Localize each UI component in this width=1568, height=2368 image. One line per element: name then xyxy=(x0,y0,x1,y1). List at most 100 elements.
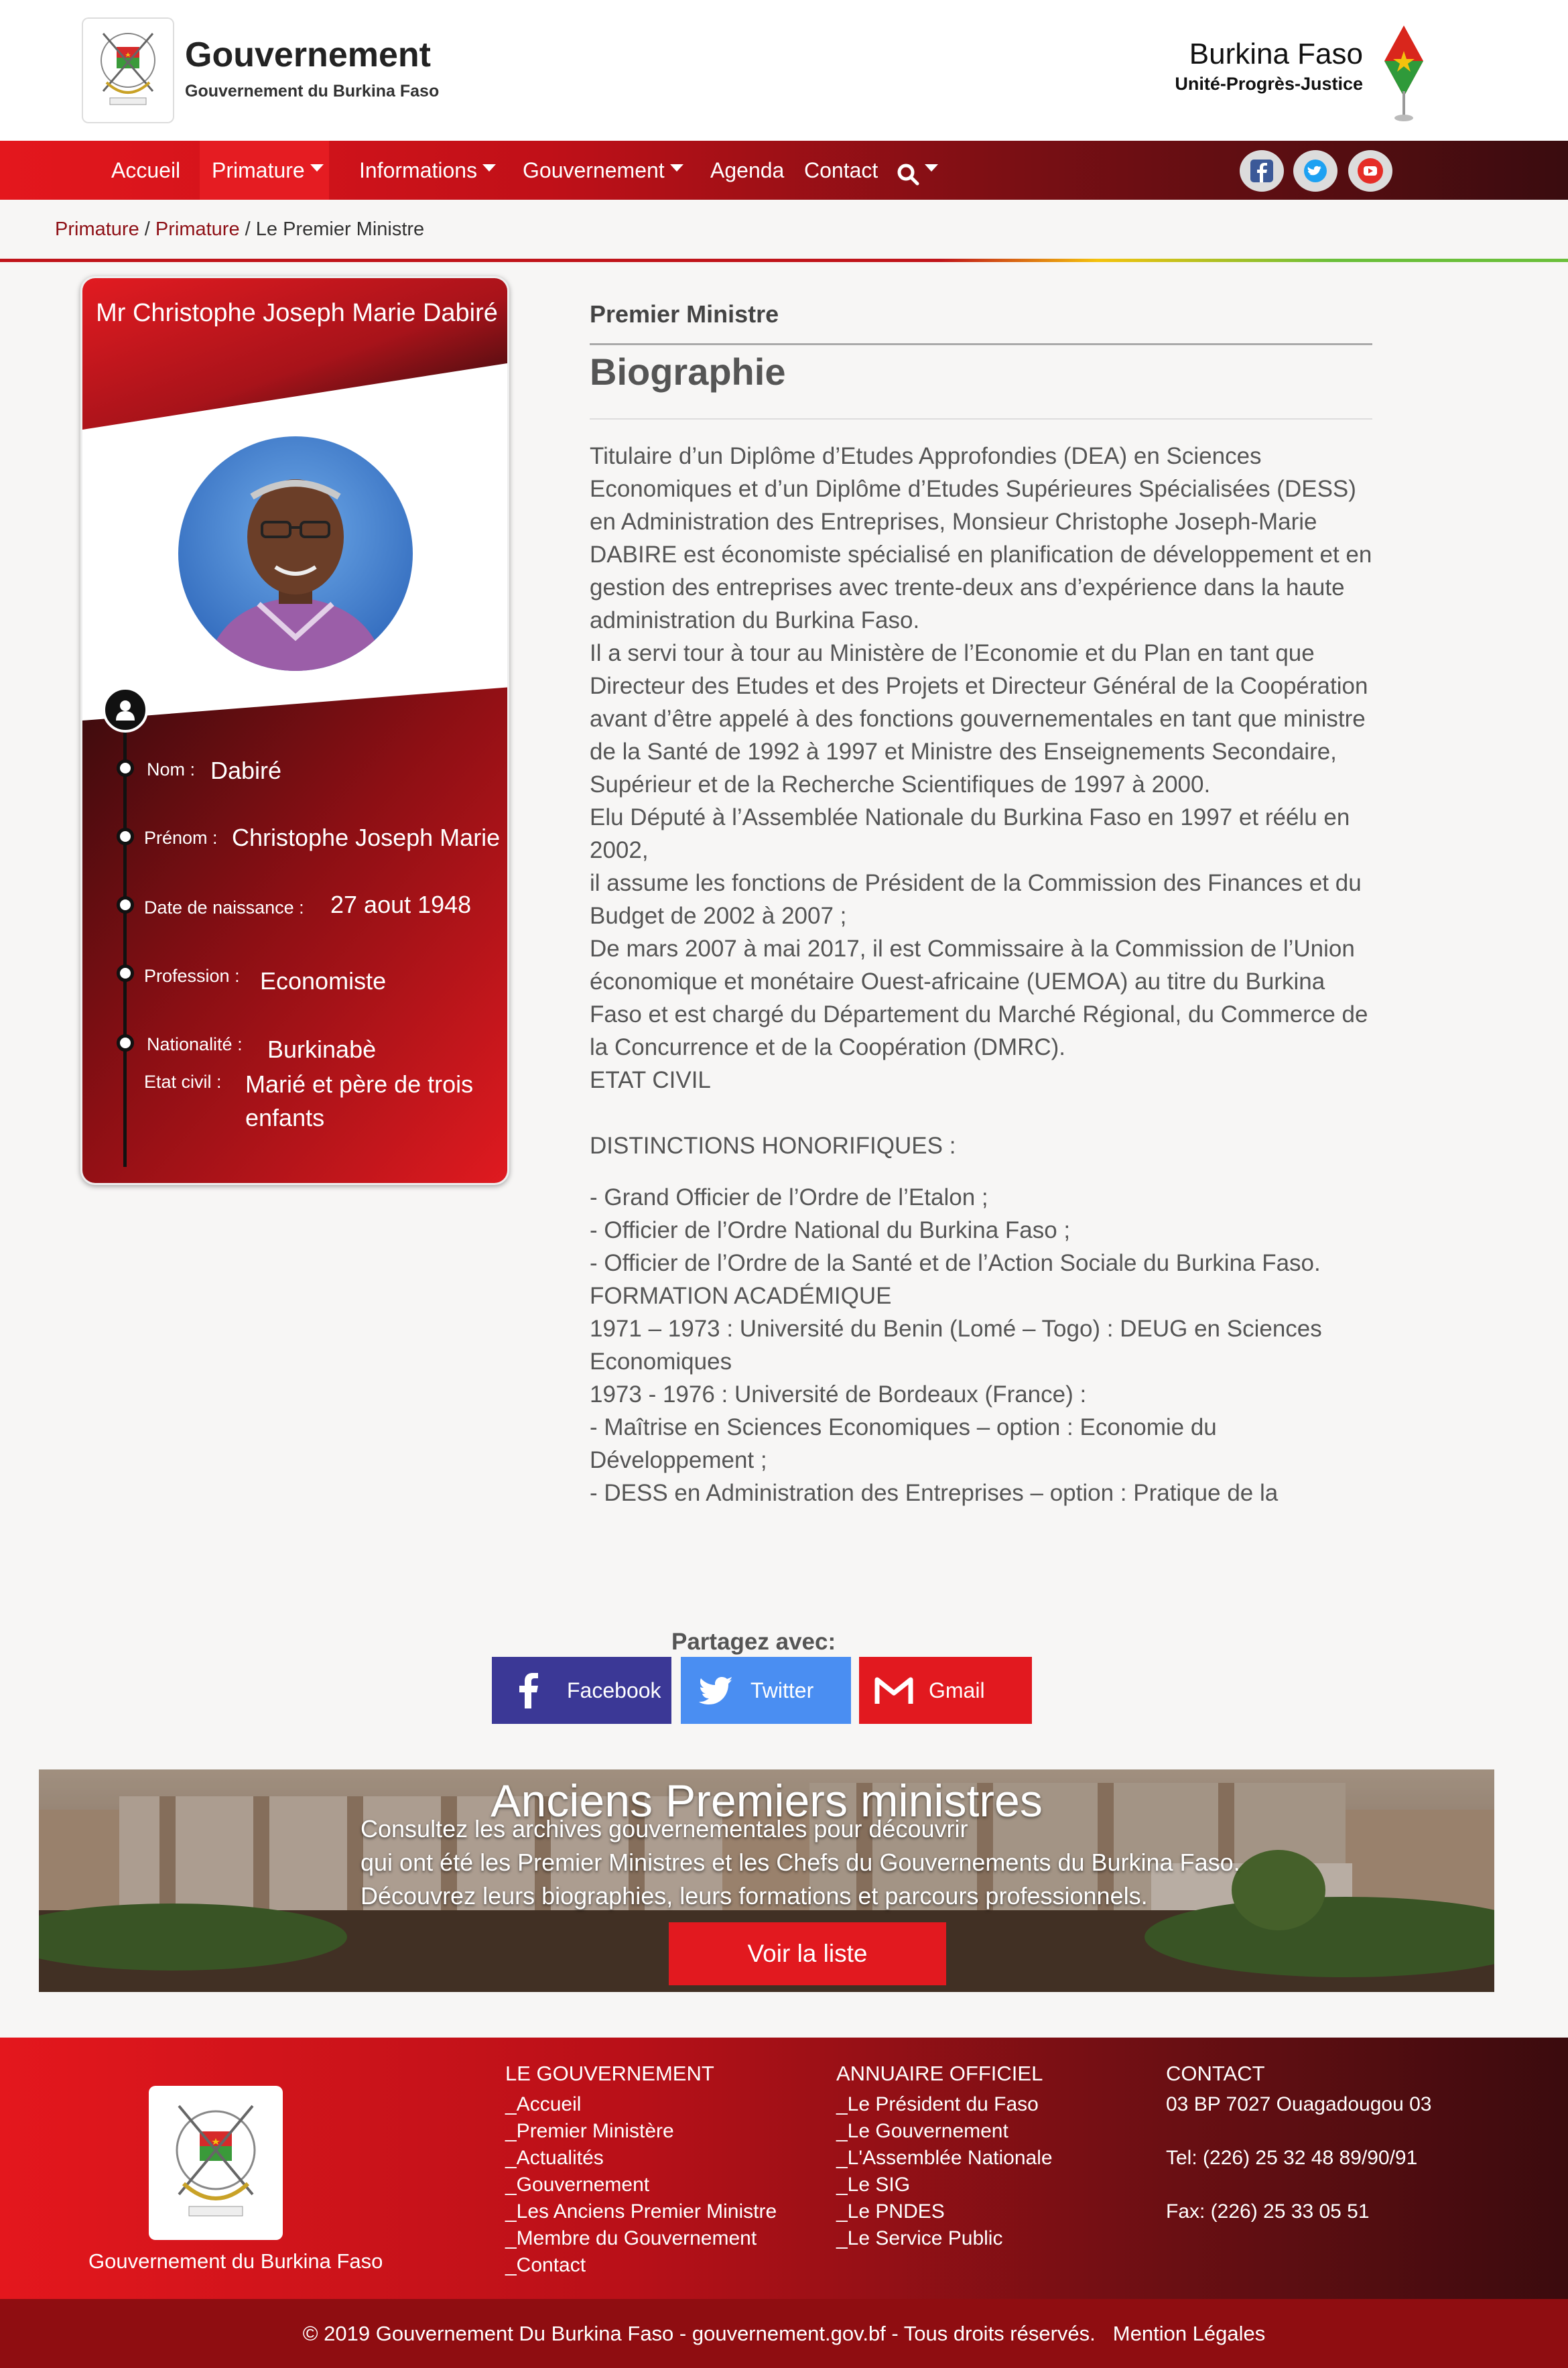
footer-link[interactable]: _Accueil xyxy=(505,2091,581,2118)
footer-link[interactable]: _Les Anciens Premier Ministre xyxy=(505,2198,777,2225)
bio-paragraph: Il a servi tour à tour au Ministère de l… xyxy=(590,640,1368,798)
footer-link[interactable]: _Le SIG xyxy=(836,2172,910,2198)
nav-search[interactable] xyxy=(885,141,950,200)
profile-name: Mr Christophe Joseph Marie Dabiré xyxy=(96,299,498,327)
chevron-down-icon xyxy=(925,164,938,172)
footer-fax: Fax: (226) 25 33 05 51 xyxy=(1166,2200,1370,2223)
share-twitter-label: Twitter xyxy=(750,1678,814,1702)
share-facebook-button[interactable]: Facebook xyxy=(492,1657,671,1724)
bio-paragraph: Titulaire d’un Diplôme d’Etudes Approfon… xyxy=(590,443,1372,633)
footer-link[interactable]: _Gouvernement xyxy=(505,2172,649,2198)
bio-heading-etat-civil: ETAT CIVIL xyxy=(590,1067,711,1093)
twitter-link[interactable] xyxy=(1293,150,1337,192)
bio-list-item: 1973 - 1976 : Université de Bordeaux (Fr… xyxy=(590,1381,1087,1408)
footer-coat-of-arms-logo[interactable] xyxy=(149,2086,283,2240)
bio-list-item: - DESS en Administration des Entreprises… xyxy=(590,1480,1279,1506)
footer-tel: Tel: (226) 25 32 48 89/90/91 xyxy=(1166,2147,1418,2169)
country-motto: Unité-Progrès-Justice xyxy=(1175,74,1363,94)
timeline-dot xyxy=(117,1034,134,1052)
main-navbar: Accueil Primature Informations Gouvernem… xyxy=(0,141,1568,200)
footer-link[interactable]: _Le Président du Faso xyxy=(836,2091,1039,2118)
bio-paragraph: Elu Député à l’Assemblée Nationale du Bu… xyxy=(590,804,1350,863)
banner-text-line: Consultez les archives gouvernementales … xyxy=(361,1815,968,1843)
bio-list-item: - Officier de l’Ordre National du Burkin… xyxy=(590,1217,1071,1243)
former-pm-banner: Anciens Premiers ministres Consultez les… xyxy=(39,1769,1494,1992)
bio-list-item: - Grand Officier de l’Ordre de l’Etalon … xyxy=(590,1184,988,1210)
site-footer: Gouvernement du Burkina Faso LE GOUVERNE… xyxy=(0,2038,1568,2299)
profile-timeline xyxy=(123,731,127,1167)
youtube-icon xyxy=(1358,158,1383,184)
field-value-nationalite: Burkinabè xyxy=(267,1036,377,1063)
footer-link[interactable]: _Contact xyxy=(505,2252,586,2279)
footer-link[interactable]: _Membre du Gouvernement xyxy=(505,2225,757,2252)
field-label-nationalite: Nationalité : xyxy=(147,1034,243,1054)
share-facebook-label: Facebook xyxy=(567,1678,661,1702)
youtube-link[interactable] xyxy=(1348,150,1392,192)
field-value-profession: Economiste xyxy=(260,967,387,995)
share-twitter-button[interactable]: Twitter xyxy=(681,1657,851,1724)
nav-informations-label: Informations xyxy=(359,158,478,182)
site-title[interactable]: Gouvernement xyxy=(185,35,431,75)
legal-mentions-link[interactable]: Mention Légales xyxy=(1113,2322,1266,2346)
bio-list-item: - Maîtrise en Sciences Economiques – opt… xyxy=(590,1414,1217,1473)
timeline-dot xyxy=(117,896,134,914)
nav-gouvernement-label: Gouvernement xyxy=(523,158,665,182)
user-icon xyxy=(103,687,148,733)
bio-paragraph: il assume les fonctions de Président de … xyxy=(590,870,1362,929)
bio-title: Biographie xyxy=(590,351,786,393)
twitter-icon xyxy=(696,1676,736,1704)
facebook-link[interactable] xyxy=(1240,150,1284,192)
timeline-dot xyxy=(117,964,134,982)
bio-body: Titulaire d’un Diplôme d’Etudes Approfon… xyxy=(590,440,1374,1509)
bio-divider xyxy=(590,418,1372,420)
breadcrumb-primature-2[interactable]: Primature xyxy=(155,219,240,240)
country-name: Burkina Faso xyxy=(1189,38,1363,70)
search-icon xyxy=(897,164,919,186)
facebook-icon xyxy=(508,1672,548,1708)
profile-card: Mr Christophe Joseph Marie Dabiré Nom: … xyxy=(80,276,509,1185)
footer-address: 03 BP 7027 Ouagadougou 03 xyxy=(1166,2093,1432,2115)
site-subtitle: Gouvernement du Burkina Faso xyxy=(185,82,440,101)
copyright-bar: © 2019 Gouvernement Du Burkina Faso - go… xyxy=(0,2299,1568,2368)
gmail-icon xyxy=(874,1676,914,1705)
breadcrumb-primature-1[interactable]: Primature xyxy=(55,219,139,240)
copyright-text: © 2019 Gouvernement Du Burkina Faso - go… xyxy=(302,2321,1096,2345)
share-gmail-button[interactable]: Gmail xyxy=(859,1657,1032,1724)
nav-informations[interactable]: Informations xyxy=(347,141,508,200)
footer-link[interactable]: _Le Service Public xyxy=(836,2225,1002,2252)
breadcrumb: Primature / Primature / Le Premier Minis… xyxy=(55,219,424,241)
chevron-down-icon xyxy=(669,164,683,172)
nav-accueil[interactable]: Accueil xyxy=(99,141,192,200)
field-label-etat-civil: Etat civil : xyxy=(144,1072,222,1092)
share-gmail-label: Gmail xyxy=(929,1678,985,1702)
nav-primature[interactable]: Primature xyxy=(200,141,329,200)
voir-la-liste-button[interactable]: Voir la liste xyxy=(669,1922,946,1985)
bio-list-item: 1971 – 1973 : Université du Benin (Lomé … xyxy=(590,1316,1322,1375)
coat-of-arms-logo[interactable] xyxy=(82,17,174,123)
footer-link[interactable]: _Premier Ministère xyxy=(505,2118,674,2145)
field-value-prenom: Christophe Joseph Marie xyxy=(232,824,501,851)
footer-link[interactable]: _L'Assemblée Nationale xyxy=(836,2145,1053,2172)
share-label: Partagez avec: xyxy=(671,1629,836,1655)
flag-icon xyxy=(1382,24,1426,125)
field-label-prenom: Prénom : xyxy=(144,828,218,848)
timeline-dot xyxy=(117,759,134,777)
nav-contact[interactable]: Contact xyxy=(792,141,890,200)
nav-gouvernement[interactable]: Gouvernement xyxy=(511,141,696,200)
field-label-naissance: Date de naissance : xyxy=(144,897,304,918)
footer-link[interactable]: _Actualités xyxy=(505,2145,604,2172)
field-value-etat-civil: Marié et père de trois enfants xyxy=(245,1070,474,1131)
tricolor-divider xyxy=(0,259,1568,262)
facebook-icon xyxy=(1250,160,1273,182)
bio-kicker: Premier Ministre xyxy=(590,300,779,328)
field-label-nom: Nom : xyxy=(147,759,196,780)
banner-text-line: qui ont été les Premier Ministres et les… xyxy=(361,1849,1240,1876)
bio-list-item: - Officier de l’Ordre de la Santé et de … xyxy=(590,1250,1321,1276)
bio-paragraph: De mars 2007 à mai 2017, il est Commissa… xyxy=(590,936,1368,1060)
footer-link[interactable]: _Le PNDES xyxy=(836,2198,945,2225)
nav-agenda[interactable]: Agenda xyxy=(698,141,796,200)
field-value-nom: Dabiré xyxy=(210,757,282,784)
footer-col-title: ANNUAIRE OFFICIEL xyxy=(836,2062,1043,2085)
timeline-dot xyxy=(117,828,134,845)
footer-link[interactable]: _Le Gouvernement xyxy=(836,2118,1008,2145)
